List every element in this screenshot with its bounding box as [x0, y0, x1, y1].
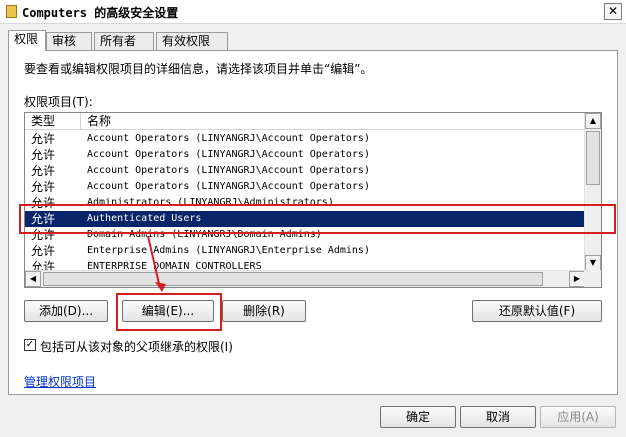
- tab-auditing[interactable]: 审核: [46, 32, 92, 50]
- horizontal-scrollbar[interactable]: ◀ ▶: [25, 270, 585, 287]
- cancel-button[interactable]: 取消: [460, 406, 536, 428]
- annotation-highlight-selected-row: [19, 204, 616, 234]
- scroll-right-icon[interactable]: ▶: [569, 271, 585, 287]
- entry-type: 允许: [31, 164, 56, 178]
- restore-defaults-button[interactable]: 还原默认值(F): [472, 300, 602, 322]
- entry-type: 允许: [31, 132, 56, 146]
- window-title: Computers 的高级安全设置: [22, 6, 179, 20]
- remove-button[interactable]: 删除(R): [222, 300, 306, 322]
- scroll-left-icon[interactable]: ◀: [25, 271, 41, 287]
- scroll-down-icon[interactable]: ▼: [585, 255, 601, 271]
- entry-type: 允许: [31, 244, 56, 258]
- add-button[interactable]: 添加(D)...: [24, 300, 108, 322]
- list-rows: 允许 Account Operators (LINYANGRJ\Account …: [25, 131, 585, 275]
- tab-permissions[interactable]: 权限: [8, 30, 46, 51]
- manage-permission-entries-link[interactable]: 管理权限项目: [24, 373, 96, 390]
- list-item[interactable]: 允许 Account Operators (LINYANGRJ\Account …: [25, 131, 585, 147]
- list-item[interactable]: 允许 Account Operators (LINYANGRJ\Account …: [25, 179, 585, 195]
- title-bar: Computers 的高级安全设置 ✕: [0, 0, 626, 24]
- inherit-permissions-checkbox[interactable]: ✓: [24, 339, 36, 351]
- entry-type: 允许: [31, 180, 56, 194]
- list-item[interactable]: 允许 Account Operators (LINYANGRJ\Account …: [25, 147, 585, 163]
- inherit-permissions-label[interactable]: 包括可从该对象的父项继承的权限(I): [40, 338, 233, 355]
- entry-name: Account Operators (LINYANGRJ\Account Ope…: [87, 165, 370, 176]
- list-item[interactable]: 允许 Enterprise Admins (LINYANGRJ\Enterpri…: [25, 243, 585, 259]
- horizontal-scroll-thumb[interactable]: [43, 272, 543, 286]
- column-type-header[interactable]: 类型: [25, 113, 81, 130]
- vertical-scroll-thumb[interactable]: [586, 131, 600, 185]
- entry-name: Account Operators (LINYANGRJ\Account Ope…: [87, 133, 370, 144]
- vertical-scrollbar[interactable]: ▲ ▼: [584, 113, 601, 271]
- permission-entries-label: 权限项目(T):: [24, 95, 93, 109]
- scroll-up-icon[interactable]: ▲: [585, 113, 601, 129]
- apply-button[interactable]: 应用(A): [540, 406, 616, 428]
- scrollbar-corner: [584, 270, 601, 287]
- list-item[interactable]: 允许 Account Operators (LINYANGRJ\Account …: [25, 163, 585, 179]
- entry-name: Account Operators (LINYANGRJ\Account Ope…: [87, 149, 370, 160]
- column-name-header[interactable]: 名称: [81, 113, 585, 130]
- annotation-highlight-edit-button: [116, 293, 222, 331]
- tab-effective-permissions[interactable]: 有效权限: [156, 32, 228, 50]
- close-button[interactable]: ✕: [604, 3, 622, 20]
- ok-button[interactable]: 确定: [380, 406, 456, 428]
- folder-icon: [6, 5, 17, 18]
- entry-name: Enterprise Admins (LINYANGRJ\Enterprise …: [87, 245, 370, 256]
- tab-owner[interactable]: 所有者: [94, 32, 154, 50]
- entry-type: 允许: [31, 148, 56, 162]
- entry-name: Account Operators (LINYANGRJ\Account Ope…: [87, 181, 370, 192]
- instructions-text: 要查看或编辑权限项目的详细信息，请选择该项目并单击“编辑”。: [24, 62, 373, 76]
- permission-entries-list[interactable]: 类型 名称 允许 Account Operators (LINYANGRJ\Ac…: [24, 112, 602, 288]
- list-header: 类型 名称: [25, 113, 585, 130]
